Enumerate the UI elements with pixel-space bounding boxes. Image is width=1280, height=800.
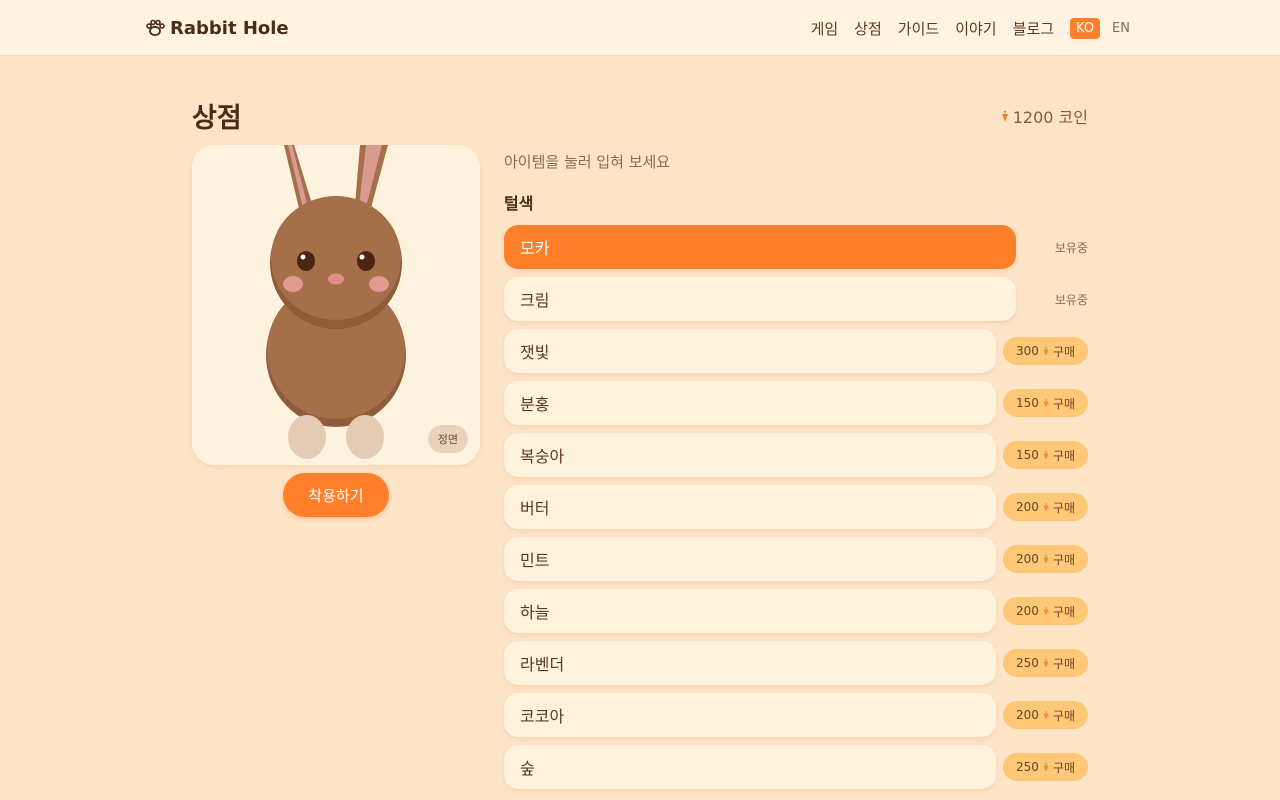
price-text: 150	[1016, 396, 1039, 410]
list-item: 숲 250 구매	[504, 745, 1088, 789]
carrot-icon	[1001, 110, 1008, 122]
buy-button[interactable]: 200 구매	[1003, 597, 1088, 625]
rabbit-illustration	[266, 145, 406, 459]
price-text: 200	[1016, 708, 1039, 722]
buy-label: 구매	[1052, 604, 1075, 619]
buy-label: 구매	[1052, 656, 1075, 671]
page-title: 상점	[192, 103, 242, 134]
buy-label: 구매	[1052, 448, 1075, 463]
coin-balance: 1200 코인	[1001, 104, 1088, 128]
list-item: 코코아 200 구매	[504, 693, 1088, 737]
brand-name: Rabbit Hole	[170, 17, 289, 39]
list-item: 잿빛 300 구매	[504, 329, 1088, 373]
view-angle-badge[interactable]: 정면	[427, 425, 468, 453]
buy-label: 구매	[1052, 760, 1075, 775]
buy-button[interactable]: 300 구매	[1003, 337, 1088, 365]
buy-button[interactable]: 200 구매	[1003, 493, 1088, 521]
buy-label: 구매	[1052, 396, 1075, 411]
buy-label: 구매	[1052, 344, 1075, 359]
shop-hint: 아이템을 눌러 입혀 보세요	[504, 153, 671, 171]
nav-games[interactable]: 게임	[811, 18, 839, 39]
carrot-icon	[1043, 502, 1049, 512]
list-item: 분홍 150 구매	[504, 381, 1088, 425]
apply-button[interactable]: 착용하기	[283, 473, 389, 517]
nav-stories[interactable]: 이야기	[955, 18, 996, 39]
list-item: 하늘 200 구매	[504, 589, 1088, 633]
price-text: 300	[1016, 344, 1039, 358]
carrot-icon	[1043, 398, 1049, 408]
owned-label: 보유중	[1054, 293, 1088, 307]
fur-color-item[interactable]: 라벤더	[504, 641, 996, 685]
buy-button[interactable]: 200 구매	[1003, 545, 1088, 573]
owned-label: 보유중	[1054, 241, 1088, 255]
fur-color-item[interactable]: 숲	[504, 745, 996, 789]
brand-logo[interactable]: Rabbit Hole	[145, 15, 289, 41]
nav-shop[interactable]: 상점	[854, 18, 882, 39]
list-item: 라벤더 250 구매	[504, 641, 1088, 685]
buy-label: 구매	[1052, 708, 1075, 723]
rabbit-preview[interactable]: 정면	[192, 145, 480, 465]
fur-color-item[interactable]: 하늘	[504, 589, 996, 633]
buy-label: 구매	[1052, 500, 1075, 515]
list-item: 모카 보유중	[504, 225, 1088, 269]
coin-balance-text: 1200 코인	[1012, 108, 1088, 127]
buy-label: 구매	[1052, 552, 1075, 567]
fur-color-item[interactable]: 버터	[504, 485, 996, 529]
price-text: 250	[1016, 656, 1039, 670]
price-text: 200	[1016, 500, 1039, 514]
carrot-icon	[1043, 710, 1049, 720]
price-text: 250	[1016, 760, 1039, 774]
list-item: 크림 보유중	[504, 277, 1088, 321]
lang-ko-button[interactable]: KO	[1070, 17, 1101, 39]
buy-button[interactable]: 150 구매	[1003, 441, 1088, 469]
paw-icon	[146, 19, 165, 37]
carrot-icon	[1043, 658, 1049, 668]
nav-blog[interactable]: 블로그	[1013, 18, 1054, 39]
fur-color-item[interactable]: 복숭아	[504, 433, 996, 477]
top-navbar: Rabbit Hole 게임 상점 가이드 이야기 블로그 KO EN	[0, 0, 1280, 56]
section-title-fur-color: 털색	[504, 194, 534, 213]
carrot-icon	[1043, 762, 1049, 772]
fur-color-item[interactable]: 잿빛	[504, 329, 996, 373]
price-text: 150	[1016, 448, 1039, 462]
buy-button[interactable]: 150 구매	[1003, 389, 1088, 417]
carrot-icon	[1043, 450, 1049, 460]
lang-en-button[interactable]: EN	[1112, 21, 1130, 36]
buy-button[interactable]: 250 구매	[1003, 753, 1088, 781]
list-item: 버터 200 구매	[504, 485, 1088, 529]
fur-color-item[interactable]: 민트	[504, 537, 996, 581]
carrot-icon	[1043, 606, 1049, 616]
list-item: 민트 200 구매	[504, 537, 1088, 581]
fur-color-item[interactable]: 코코아	[504, 693, 996, 737]
price-text: 200	[1016, 552, 1039, 566]
list-item: 복숭아 150 구매	[504, 433, 1088, 477]
carrot-icon	[1043, 346, 1049, 356]
fur-color-item[interactable]: 분홍	[504, 381, 996, 425]
buy-button[interactable]: 250 구매	[1003, 649, 1088, 677]
fur-color-item[interactable]: 모카	[504, 225, 1016, 269]
buy-button[interactable]: 200 구매	[1003, 701, 1088, 729]
carrot-icon	[1043, 554, 1049, 564]
main-nav: 게임 상점 가이드 이야기 블로그 KO EN	[811, 16, 1130, 40]
nav-guide[interactable]: 가이드	[898, 18, 939, 39]
price-text: 200	[1016, 604, 1039, 618]
fur-color-item[interactable]: 크림	[504, 277, 1016, 321]
